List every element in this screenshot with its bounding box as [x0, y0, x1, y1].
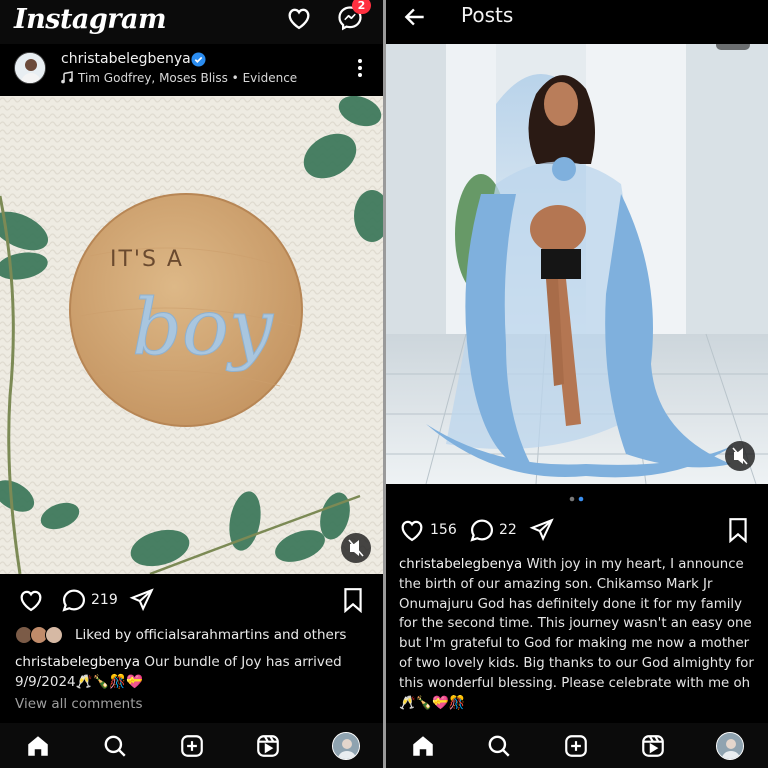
- like-button[interactable]: [398, 516, 426, 544]
- caption-username[interactable]: christabelegbenya: [399, 557, 522, 572]
- image-text-top: IT'S A: [110, 247, 184, 272]
- share-icon[interactable]: [529, 517, 555, 543]
- bottom-nav: [386, 723, 768, 768]
- carousel-indicator: [569, 496, 584, 502]
- comment-icon[interactable]: [468, 516, 496, 544]
- comments-count: 22: [499, 522, 517, 538]
- post-image[interactable]: [386, 44, 768, 484]
- post-username[interactable]: christabelegbenya: [61, 51, 191, 67]
- page-title: Posts: [461, 3, 514, 27]
- bookmark-icon[interactable]: [341, 587, 365, 613]
- share-icon[interactable]: [129, 587, 155, 613]
- post-image[interactable]: IT'S A boy: [0, 96, 384, 574]
- likes-count[interactable]: 156: [430, 522, 457, 538]
- post-caption: christabelegbenya With joy in my heart, …: [399, 555, 761, 713]
- caption-text: With joy in my heart, I announce the bir…: [399, 557, 754, 711]
- notification-badge: 2: [352, 0, 371, 14]
- avatar[interactable]: [14, 52, 46, 84]
- create-icon[interactable]: [563, 733, 589, 759]
- caption-username[interactable]: christabelegbenya: [15, 654, 140, 670]
- action-bar: 156 22: [386, 512, 768, 552]
- back-arrow-icon[interactable]: [402, 4, 428, 30]
- music-info[interactable]: Tim Godfrey, Moses Bliss • Evidence: [78, 71, 297, 85]
- heart-icon[interactable]: [285, 4, 313, 32]
- reels-icon[interactable]: [255, 733, 281, 759]
- liked-by-text[interactable]: Liked by officialsarahmartins and others: [75, 627, 346, 643]
- create-icon[interactable]: [179, 733, 205, 759]
- reels-icon[interactable]: [640, 733, 666, 759]
- music-note-icon: [61, 71, 73, 84]
- search-icon[interactable]: [486, 733, 512, 759]
- maternity-photo: [386, 44, 768, 484]
- bottom-nav: [0, 723, 384, 768]
- profile-avatar-image: [717, 733, 743, 759]
- profile-avatar-icon[interactable]: [332, 732, 360, 760]
- like-button[interactable]: [17, 586, 45, 614]
- its-a-boy-photo: IT'S A boy: [0, 96, 384, 574]
- profile-avatar-image: [333, 733, 359, 759]
- profile-avatar-icon[interactable]: [716, 732, 744, 760]
- action-bar: 219: [0, 582, 384, 622]
- more-icon[interactable]: [357, 58, 363, 78]
- top-bar: Instagram 2: [0, 0, 384, 44]
- comments-count: 219: [91, 592, 118, 608]
- posts-header: Posts: [386, 0, 768, 44]
- image-text-main: boy: [132, 283, 274, 373]
- right-screen: Posts 156 22 christabelegbenya With joy …: [386, 0, 768, 768]
- instagram-logo[interactable]: Instagram: [14, 4, 167, 35]
- home-icon[interactable]: [25, 733, 51, 759]
- search-icon[interactable]: [102, 733, 128, 759]
- home-icon[interactable]: [410, 733, 436, 759]
- verified-icon: [191, 52, 206, 67]
- post-header: christabelegbenya Tim Godfrey, Moses Bli…: [0, 44, 384, 96]
- bookmark-icon[interactable]: [726, 517, 750, 543]
- comment-icon[interactable]: [60, 586, 88, 614]
- view-all-comments-link[interactable]: View all comments: [15, 696, 143, 712]
- post-caption: christabelegbenya Our bundle of Joy has …: [15, 652, 375, 692]
- avatar-image: [15, 53, 45, 83]
- liker-avatar[interactable]: [45, 626, 63, 644]
- left-screen: Instagram 2 christabelegbenya Tim Godfre…: [0, 0, 384, 768]
